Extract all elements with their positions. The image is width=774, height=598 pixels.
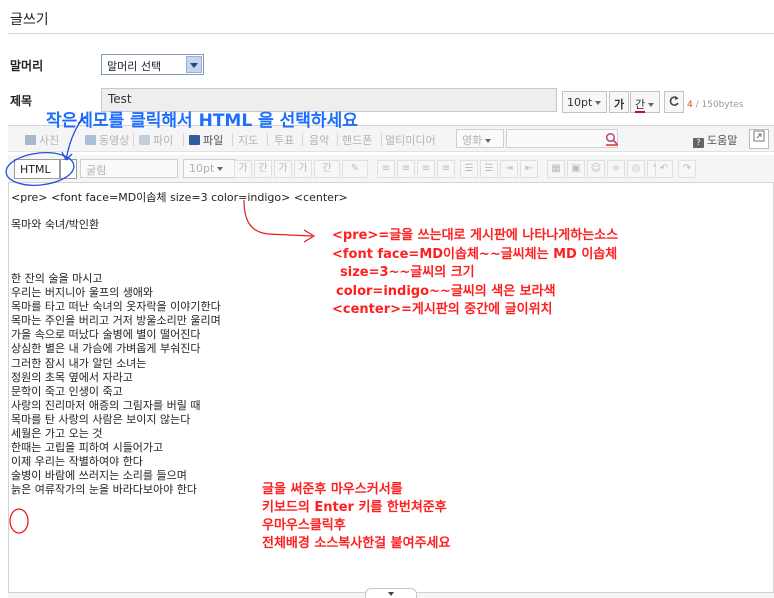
- annotation-strokes: [5, 115, 316, 534]
- annotation-blue-arrow: [65, 115, 87, 161]
- annotation-red-line: [243, 199, 313, 237]
- annotation-red-circle: [9, 508, 29, 534]
- annotation-blue-circle: [5, 152, 75, 186]
